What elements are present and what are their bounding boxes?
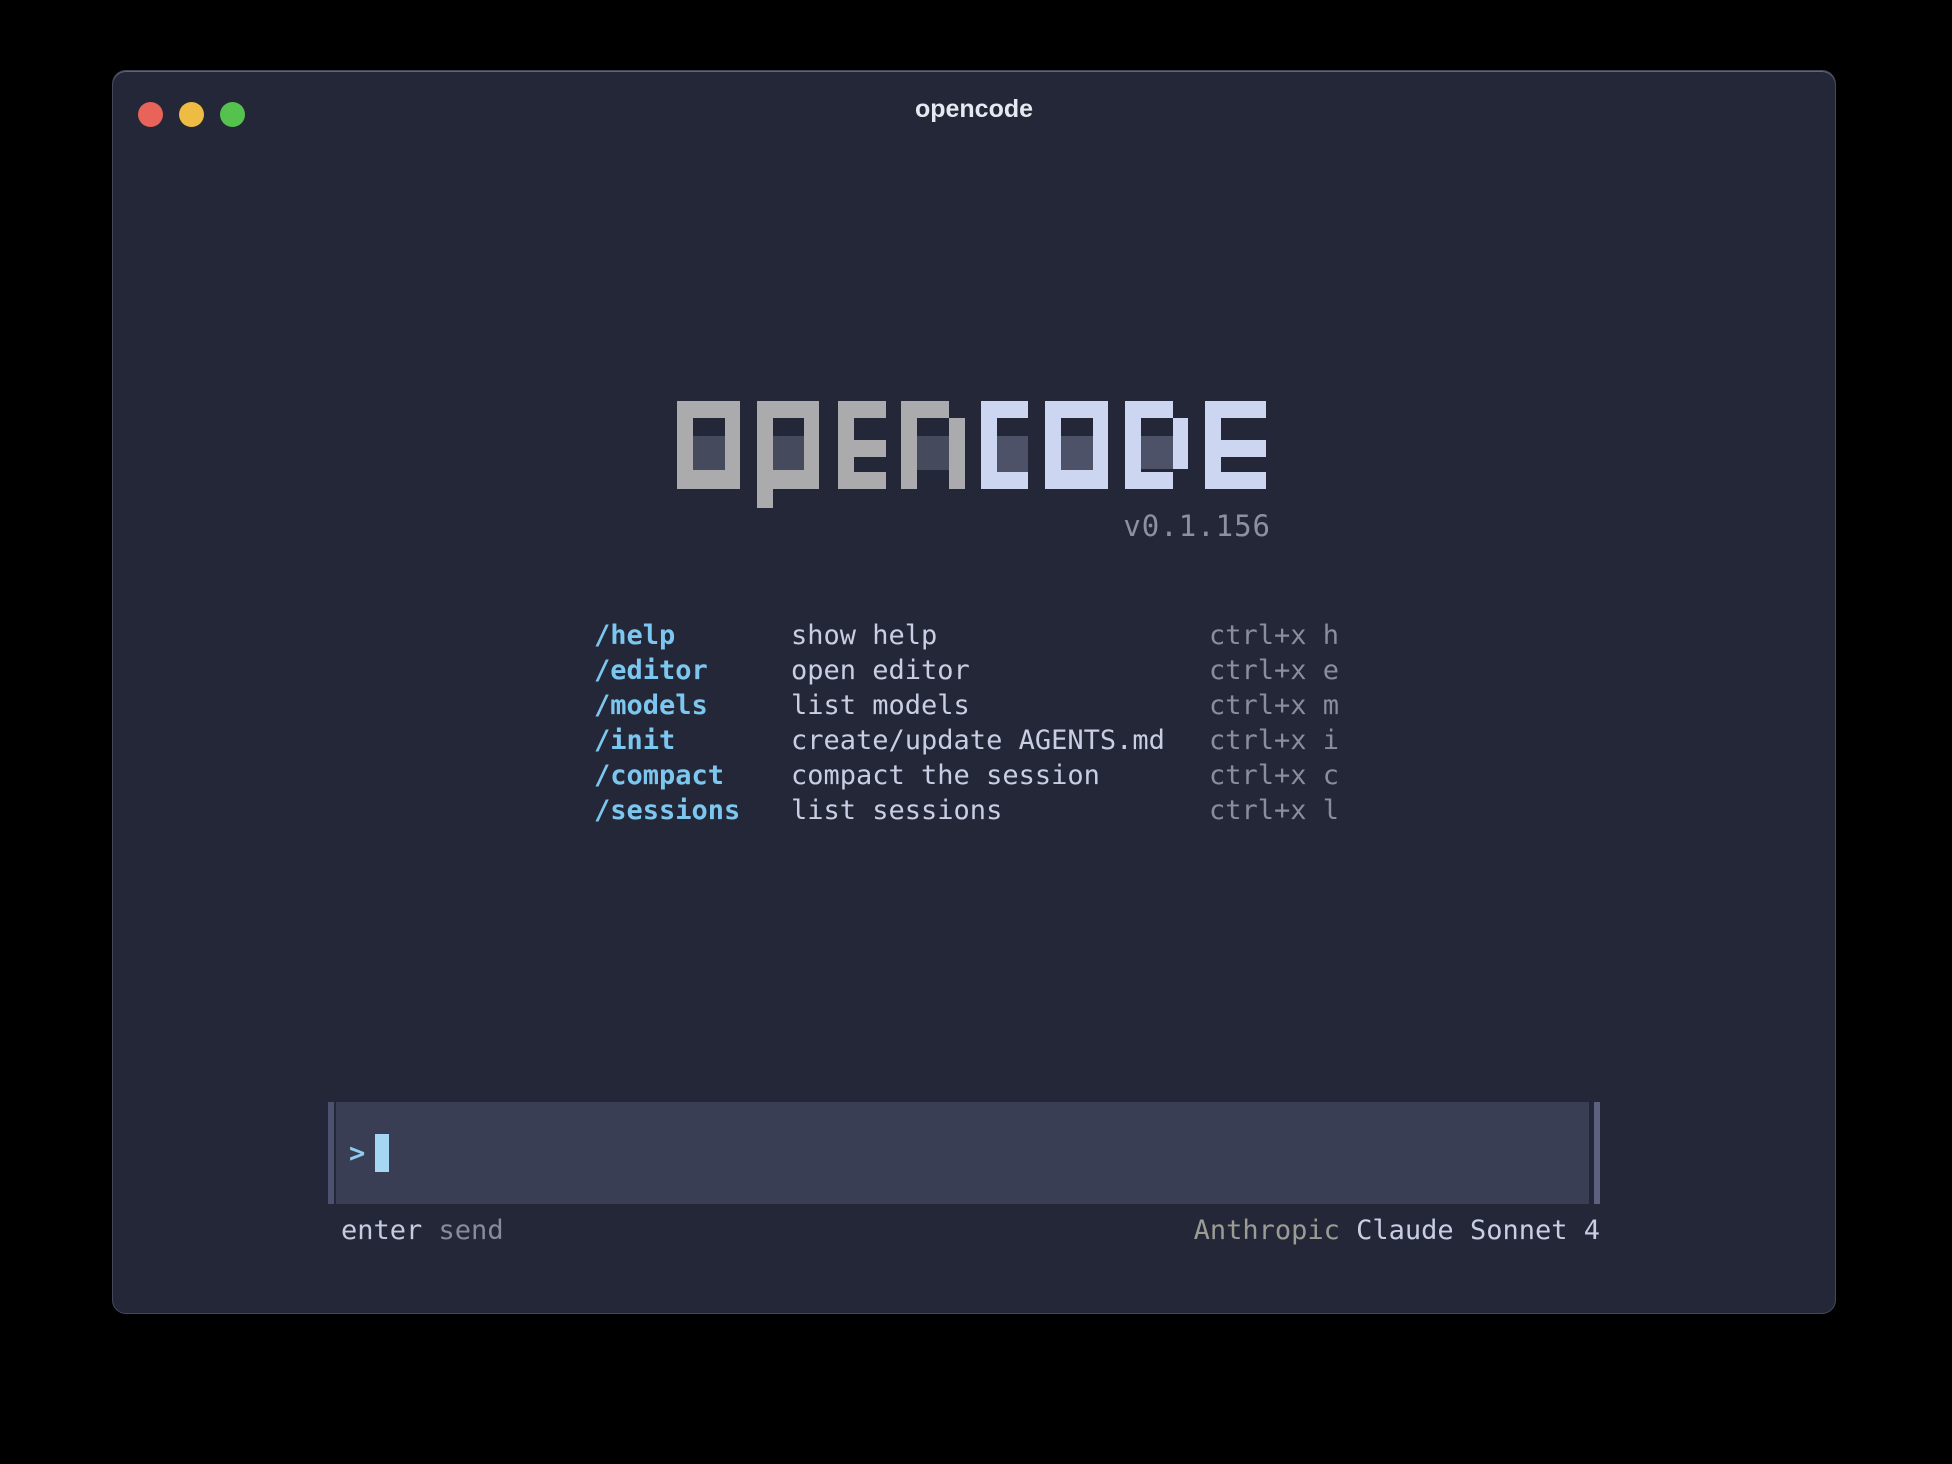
enter-key-label: enter bbox=[341, 1215, 422, 1246]
message-input[interactable]: > bbox=[336, 1102, 1589, 1204]
command-description: list models bbox=[791, 688, 1209, 723]
send-hint: enter send bbox=[328, 1215, 504, 1246]
window-title: opencode bbox=[113, 95, 1835, 124]
status-bar: enter send Anthropic Claude Sonnet 4 bbox=[328, 1215, 1600, 1246]
command-name: /compact bbox=[594, 758, 791, 793]
command-name: /models bbox=[594, 688, 791, 723]
command-shortcut: ctrl+x l bbox=[1209, 793, 1339, 828]
command-shortcut: ctrl+x e bbox=[1209, 653, 1339, 688]
input-area: > bbox=[328, 1102, 1600, 1204]
command-row-editor: /editor open editor ctrl+x e bbox=[594, 653, 1339, 688]
command-name: /help bbox=[594, 618, 791, 653]
command-name: /sessions bbox=[594, 793, 791, 828]
opencode-window: opencode bbox=[112, 70, 1836, 1314]
command-row-models: /models list models ctrl+x m bbox=[594, 688, 1339, 723]
command-shortcut: ctrl+x c bbox=[1209, 758, 1339, 793]
prompt-symbol: > bbox=[349, 1138, 365, 1169]
input-left-border bbox=[328, 1102, 334, 1204]
command-name: /editor bbox=[594, 653, 791, 688]
command-description: show help bbox=[791, 618, 1209, 653]
command-list: /help show help ctrl+x h /editor open ed… bbox=[594, 618, 1339, 828]
command-row-compact: /compact compact the session ctrl+x c bbox=[594, 758, 1339, 793]
command-description: create/update AGENTS.md bbox=[791, 723, 1209, 758]
command-shortcut: ctrl+x m bbox=[1209, 688, 1339, 723]
command-row-help: /help show help ctrl+x h bbox=[594, 618, 1339, 653]
command-shortcut: ctrl+x h bbox=[1209, 618, 1339, 653]
command-name: /init bbox=[594, 723, 791, 758]
opencode-logo bbox=[677, 401, 1267, 511]
model-label: Claude Sonnet 4 bbox=[1356, 1215, 1600, 1246]
input-right-border bbox=[1594, 1102, 1600, 1204]
command-description: open editor bbox=[791, 653, 1209, 688]
model-indicator: Anthropic Claude Sonnet 4 bbox=[1194, 1215, 1600, 1246]
titlebar: opencode bbox=[113, 71, 1835, 151]
provider-label: Anthropic bbox=[1194, 1215, 1340, 1246]
text-cursor bbox=[375, 1134, 389, 1172]
command-row-sessions: /sessions list sessions ctrl+x l bbox=[594, 793, 1339, 828]
command-description: compact the session bbox=[791, 758, 1209, 793]
send-action-label: send bbox=[439, 1215, 504, 1246]
version-label: v0.1.156 bbox=[1123, 509, 1271, 543]
command-row-init: /init create/update AGENTS.md ctrl+x i bbox=[594, 723, 1339, 758]
command-description: list sessions bbox=[791, 793, 1209, 828]
command-shortcut: ctrl+x i bbox=[1209, 723, 1339, 758]
